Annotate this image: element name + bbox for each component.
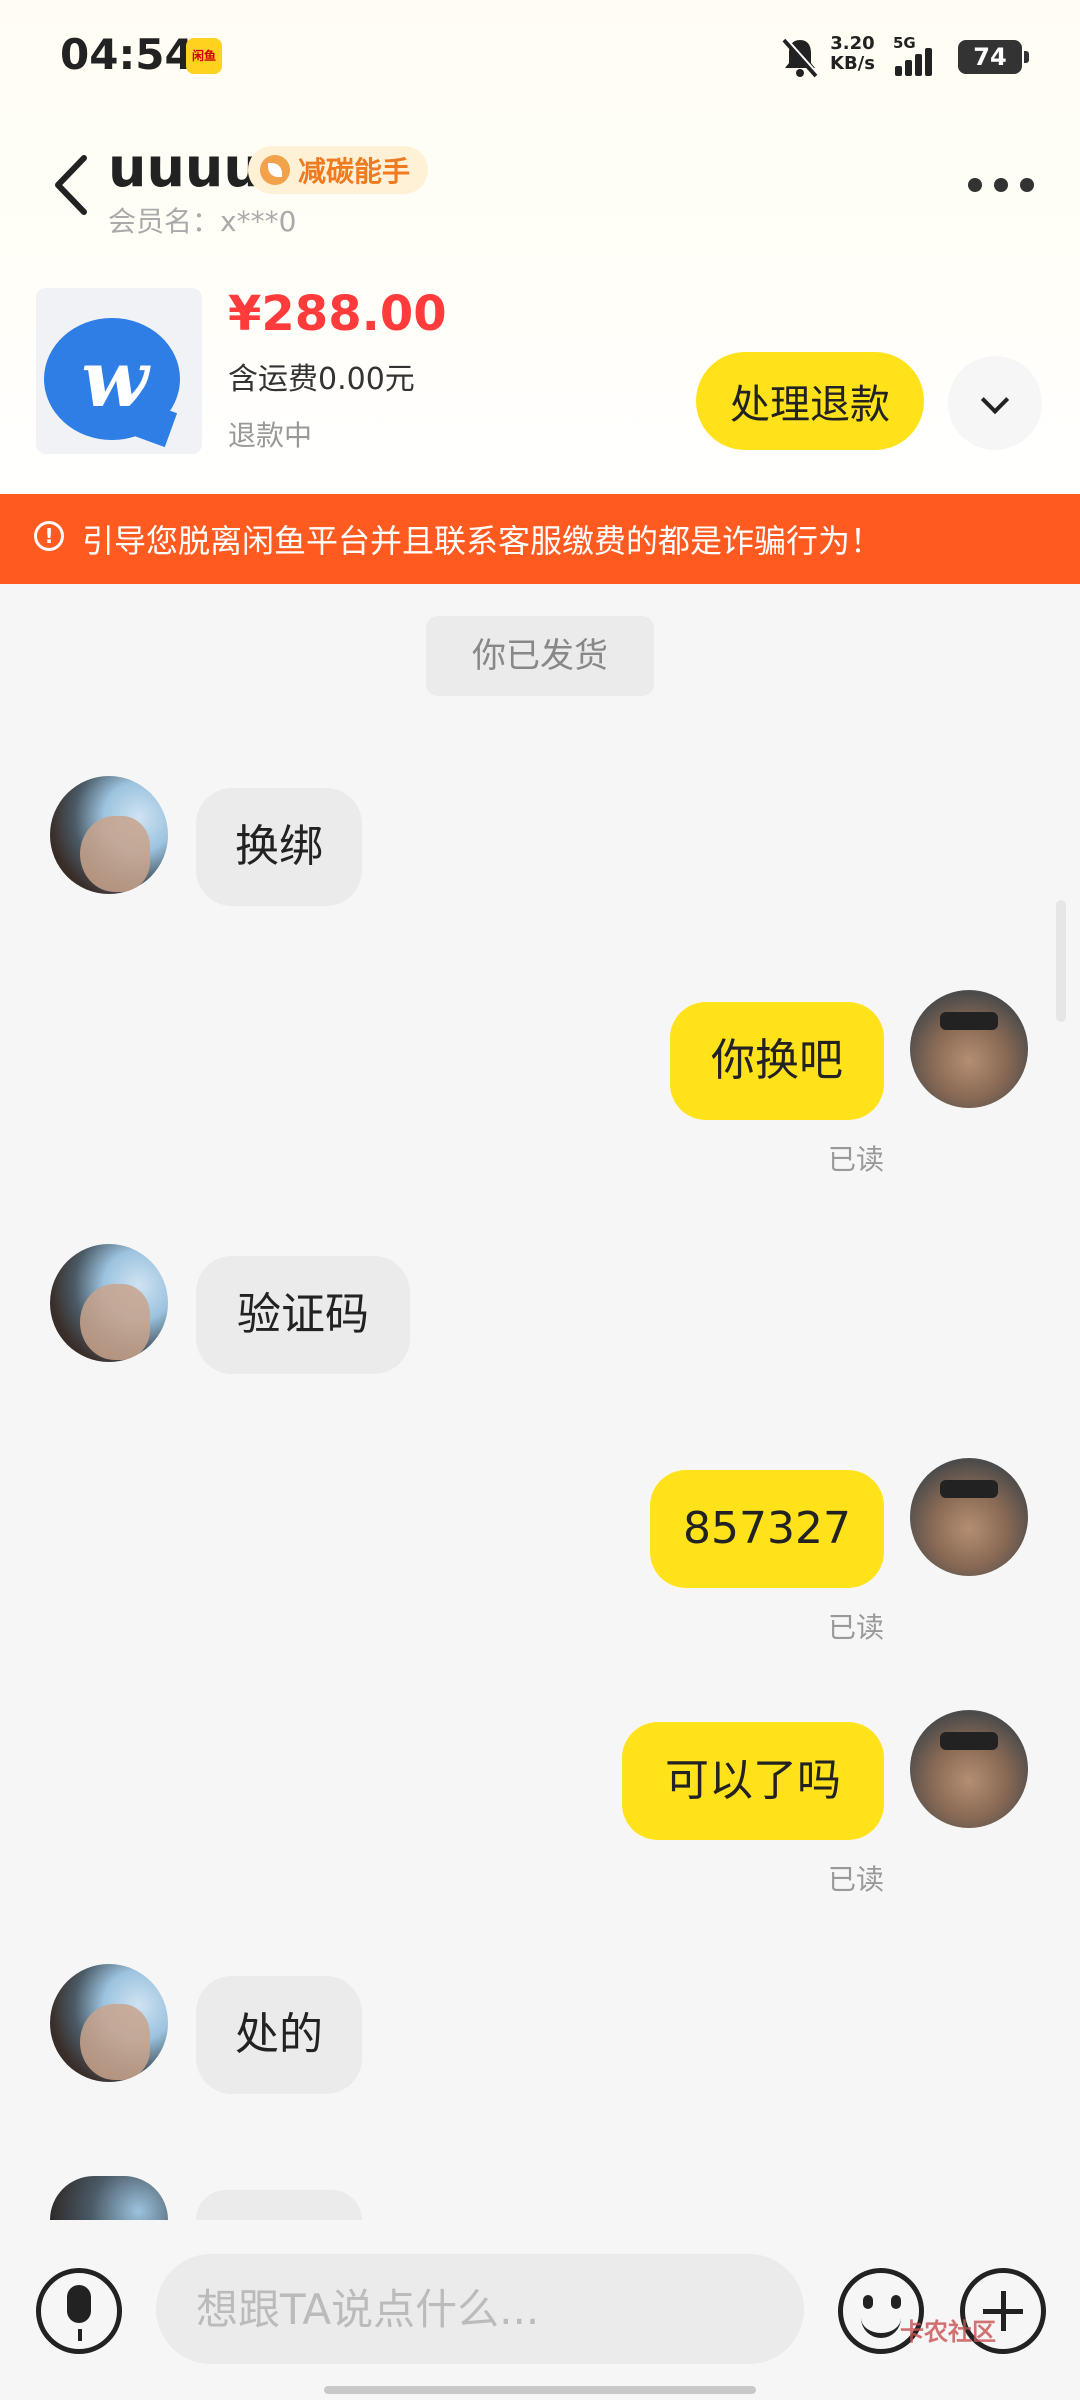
read-receipt: 已读 — [827, 1611, 884, 1644]
warning-text: 引导您脱离闲鱼平台并且联系客服缴费的都是诈骗行为！ — [82, 522, 883, 560]
my-avatar[interactable] — [910, 990, 1028, 1108]
process-refund-button[interactable]: 处理退款 — [696, 352, 924, 450]
network-speed: 3.20 KB/s — [830, 34, 875, 74]
scrollbar[interactable] — [1056, 900, 1066, 1022]
system-message: 你已发货 — [426, 616, 654, 696]
read-receipt: 已读 — [827, 1863, 884, 1896]
message-bubble-outgoing[interactable]: 可以了吗 — [622, 1722, 884, 1840]
app-notification-icon: 闲鱼 — [186, 38, 222, 74]
my-avatar[interactable] — [910, 1458, 1028, 1576]
shipping-fee: 含运费0.00元 — [228, 362, 415, 397]
message-bubble-outgoing[interactable]: 你换吧 — [670, 1002, 884, 1120]
microphone-icon[interactable] — [36, 2268, 122, 2354]
chevron-down-icon[interactable] — [948, 356, 1042, 450]
message-bubble-outgoing[interactable]: 857327 — [650, 1470, 884, 1588]
leaf-icon — [260, 155, 290, 185]
chat-username[interactable]: uuuu — [108, 136, 262, 199]
app-logo-icon: w — [81, 334, 149, 425]
read-receipt: 已读 — [827, 1143, 884, 1176]
network-type: 5G — [893, 34, 916, 52]
message-input[interactable] — [156, 2254, 804, 2364]
back-arrow-icon[interactable] — [48, 150, 92, 220]
my-avatar[interactable] — [910, 1710, 1028, 1828]
contact-avatar[interactable] — [50, 1964, 168, 2082]
status-bar: 04:54 闲鱼 3.20 KB/s 5G 74 — [0, 0, 1080, 110]
badge-label: 减碳能手 — [298, 155, 411, 188]
signal-icon: 5G — [893, 34, 949, 78]
contact-avatar[interactable] — [50, 2176, 168, 2220]
message-bubble-incoming[interactable]: 验证码 — [196, 1256, 410, 1374]
message-bubble-incoming[interactable]: 处的 — [196, 1976, 362, 2094]
user-badge[interactable]: 减碳能手 — [248, 146, 429, 194]
member-name: 会员名：x***0 — [108, 205, 297, 238]
product-price: ¥288.00 — [228, 286, 447, 342]
message-bubble-incoming[interactable]: 换绑 — [196, 788, 362, 906]
bell-muted-icon — [782, 37, 819, 78]
contact-avatar[interactable] — [50, 776, 168, 894]
status-time: 04:54 — [60, 30, 194, 79]
product-thumbnail[interactable]: w — [36, 288, 202, 454]
more-options-icon[interactable] — [968, 178, 1034, 194]
fraud-warning-banner: ! 引导您脱离闲鱼平台并且联系客服缴费的都是诈骗行为！ — [0, 494, 1080, 584]
home-indicator[interactable] — [324, 2386, 756, 2394]
order-status: 退款中 — [228, 419, 313, 452]
battery-icon: 74 — [958, 40, 1029, 74]
contact-avatar[interactable] — [50, 1244, 168, 1362]
message-bubble-incoming[interactable] — [196, 2190, 362, 2220]
network-speed-value: 3.20 — [830, 33, 875, 54]
watermark-logo: 卡农社区 — [900, 2318, 996, 2346]
warning-icon: ! — [34, 521, 64, 551]
network-speed-unit: KB/s — [830, 53, 875, 74]
